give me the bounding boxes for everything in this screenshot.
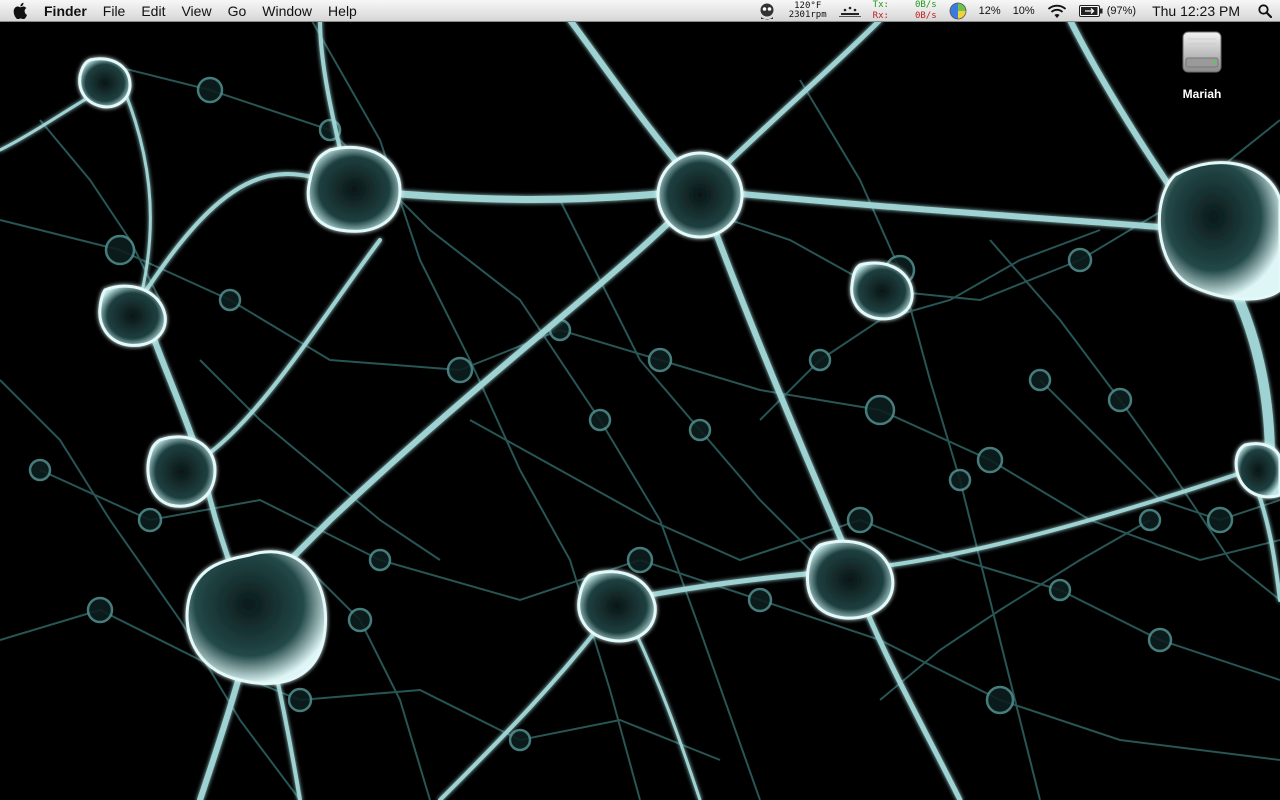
- menu-file[interactable]: File: [95, 0, 134, 22]
- cpu-percent[interactable]: 12%: [973, 0, 1007, 22]
- menu-view[interactable]: View: [173, 0, 219, 22]
- apple-menu[interactable]: [0, 0, 40, 22]
- wallpaper-neurons: [0, 0, 1280, 800]
- spotlight-search-icon: [1258, 4, 1272, 18]
- spotlight-button[interactable]: [1250, 0, 1280, 22]
- battery-icon: [1078, 5, 1103, 17]
- rx-label: Rx:: [872, 11, 889, 21]
- wifi-icon: [1047, 4, 1066, 18]
- memory-percent[interactable]: 10%: [1007, 0, 1041, 22]
- drive-label: Mariah: [1182, 87, 1222, 101]
- cpu-pie-icon: [949, 2, 967, 20]
- dock-icon: [838, 6, 861, 17]
- wifi-extra[interactable]: [1041, 0, 1073, 22]
- network-throughput[interactable]: Tx: 0B/s Rx: 0B/s: [867, 0, 943, 22]
- dock-extra[interactable]: [833, 0, 867, 22]
- menu-window[interactable]: Window: [254, 0, 320, 22]
- apple-icon: [13, 2, 27, 19]
- hard-drive-icon: [1182, 31, 1222, 73]
- tx-value: 0B/s: [914, 0, 937, 10]
- menu-edit[interactable]: Edit: [133, 0, 173, 22]
- menu-help[interactable]: Help: [320, 0, 365, 22]
- desktop[interactable]: Finder File Edit View Go Window Help 120…: [0, 0, 1280, 800]
- menu-go[interactable]: Go: [220, 0, 255, 22]
- temperature-fan-readout[interactable]: 120°F 2301rpm: [783, 0, 833, 22]
- system-monitor-extra[interactable]: [751, 0, 783, 22]
- menu-app-finder[interactable]: Finder: [40, 0, 95, 22]
- tx-label: Tx:: [872, 0, 889, 10]
- system-monitor-icon: [760, 3, 774, 20]
- battery-percent: (97%): [1106, 5, 1137, 17]
- cpu-pie-extra[interactable]: [943, 0, 973, 22]
- desktop-drive-mariah[interactable]: Mariah: [1168, 28, 1236, 101]
- rx-value: 0B/s: [914, 11, 937, 21]
- menu-bar: Finder File Edit View Go Window Help 120…: [0, 0, 1280, 22]
- menu-clock[interactable]: Thu 12:23 PM: [1142, 0, 1250, 22]
- fan-speed-value: 2301rpm: [788, 10, 827, 20]
- battery-extra[interactable]: (97%): [1073, 0, 1142, 22]
